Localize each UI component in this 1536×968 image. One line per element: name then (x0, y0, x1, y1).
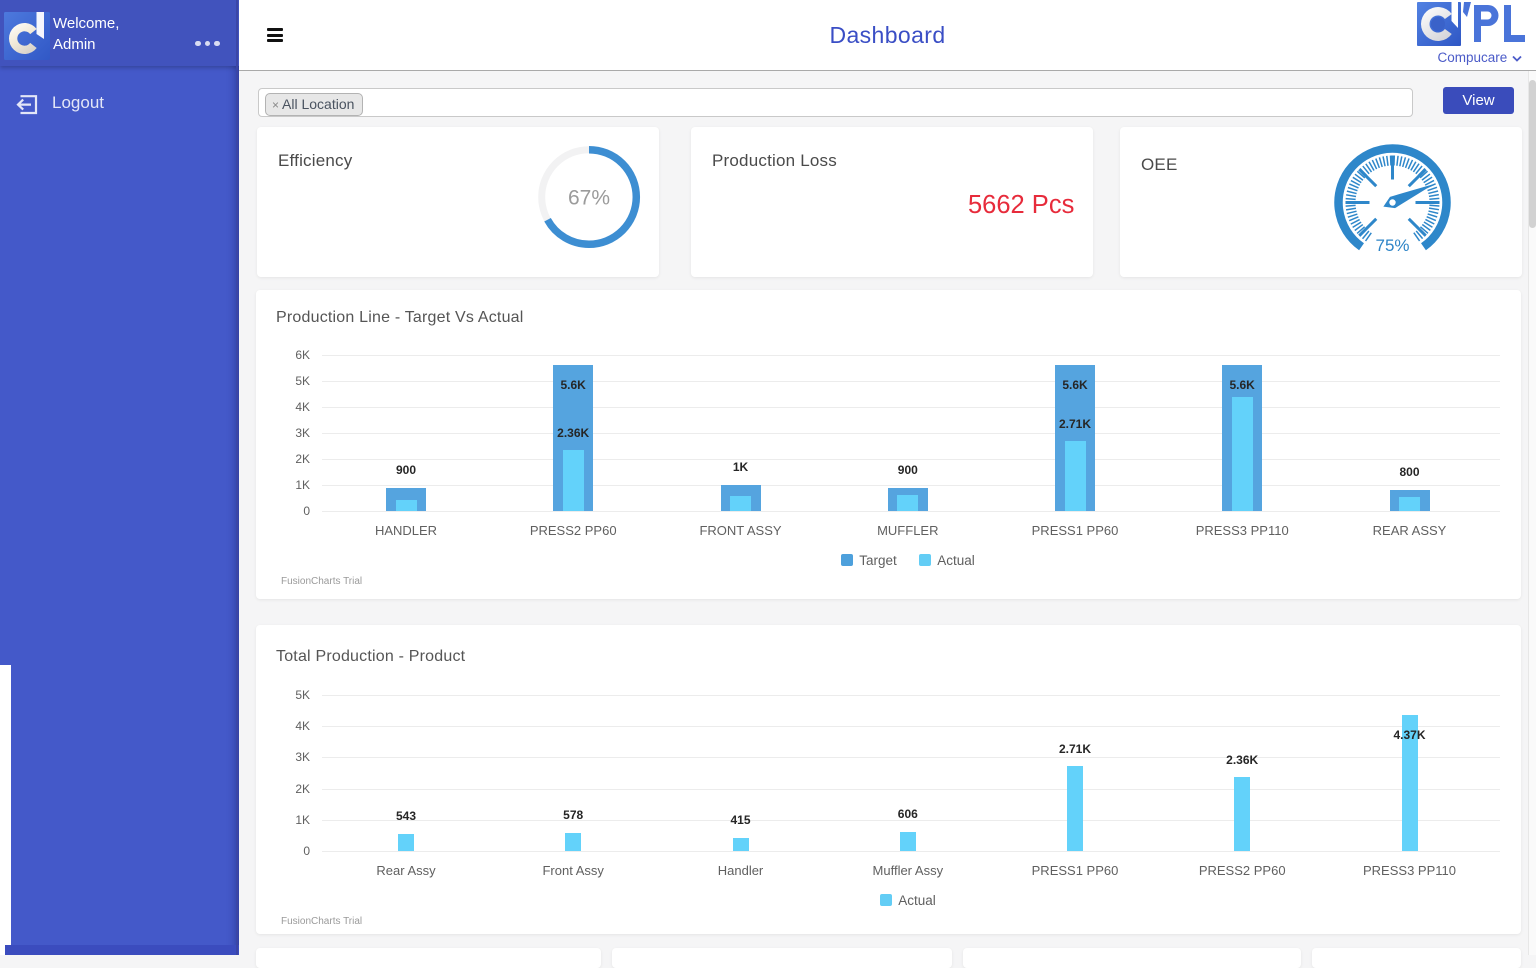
svg-text:67%: 67% (568, 187, 610, 210)
svg-text:75%: 75% (1375, 236, 1409, 255)
